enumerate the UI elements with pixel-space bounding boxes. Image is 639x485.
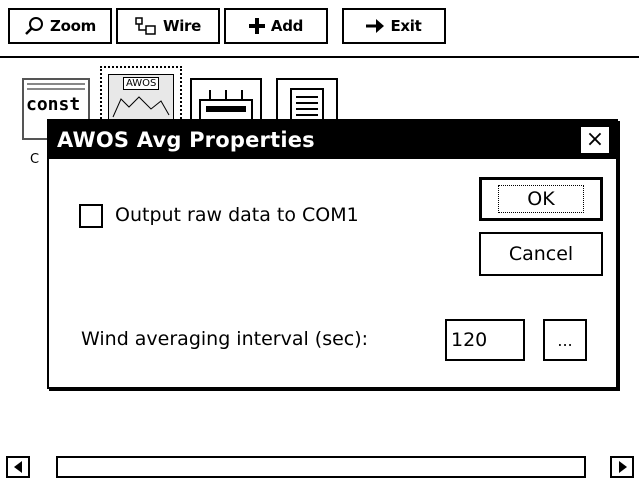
plus-icon [248,18,265,34]
interval-label: Wind averaging interval (sec): [81,328,369,350]
awos-chart-icon [112,96,170,118]
browse-button[interactable]: ... [543,319,587,361]
properties-dialog: AWOS Avg Properties × Output raw data to… [47,119,618,389]
zoom-label: Zoom [50,17,96,35]
awos-block-label: AWOS [123,77,160,90]
ok-label: OK [498,185,584,213]
add-label: Add [270,17,304,35]
const-block-caption: C [30,152,40,167]
block-decoration [27,83,85,90]
const-block-label: const [26,94,81,115]
scrollbar-track[interactable] [56,456,586,478]
dialog-title: AWOS Avg Properties [57,128,315,152]
dialog-title-bar: AWOS Avg Properties [49,121,616,159]
ok-button[interactable]: OK [479,177,603,221]
exit-button[interactable]: Exit [342,8,446,44]
exit-label: Exit [390,17,422,35]
arrow-right-icon [366,19,385,33]
awos-block[interactable]: AWOS [108,74,174,122]
cancel-button[interactable]: Cancel [479,232,603,276]
cancel-label: Cancel [508,243,574,265]
triangle-left-icon [14,461,22,473]
magnifier-icon [24,16,44,36]
wire-button[interactable]: Wire [116,8,220,44]
add-button[interactable]: Add [224,8,328,44]
toolbar: Zoom Wire Add Exit [0,0,639,58]
interval-input[interactable] [445,319,525,361]
output-raw-label[interactable]: Output raw data to COM1 [115,204,359,226]
scroll-left-button[interactable] [6,456,30,478]
wire-label: Wire [162,17,202,35]
close-icon[interactable]: × [580,126,610,154]
scroll-right-button[interactable] [610,456,634,478]
zoom-button[interactable]: Zoom [8,8,112,44]
browse-label: ... [557,330,573,350]
triangle-right-icon [619,461,627,473]
wire-icon [135,17,157,35]
output-raw-checkbox[interactable] [79,204,103,228]
horizontal-scrollbar[interactable] [0,448,639,485]
